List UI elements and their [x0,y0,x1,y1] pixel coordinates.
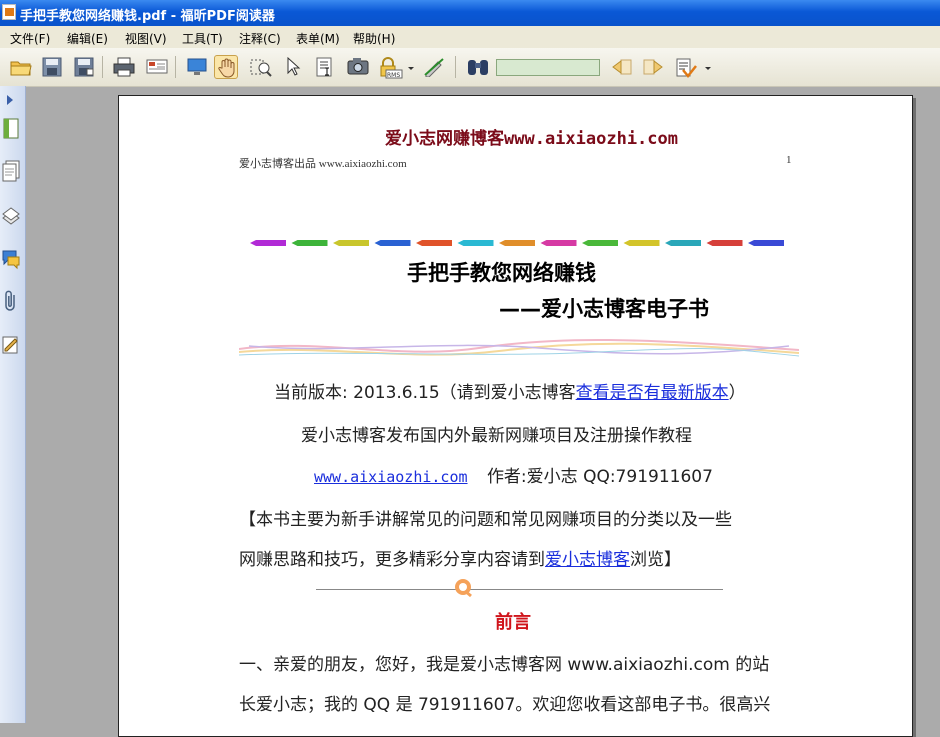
crayon [380,240,411,246]
paragraph-line-2: 长爱小志；我的 QQ 是 791911607。欢迎您收看这部电子书。很高兴 [239,695,771,715]
author-text: 作者:爱小志 QQ:791911607 [486,467,713,487]
search-input[interactable] [496,59,600,76]
save-as-icon[interactable] [72,55,96,79]
crayon-tip [291,240,298,246]
layers-icon[interactable] [1,204,22,228]
pdf-page: 爱小志网赚博客www.aixiaozhi.com 爱小志博客出品 www.aix… [118,95,913,737]
menu-tools[interactable]: 工具(T) [182,30,223,47]
menu-edit[interactable]: 编辑(E) [67,30,108,47]
open-folder-icon[interactable] [8,55,32,79]
rms-lock-icon[interactable]: RMS [376,55,403,79]
intro-line-2: 网赚思路和技巧，更多精彩分享内容请到爱小志博客浏览】 [239,545,681,570]
intro-line-1: 【本书主要为新手讲解常见的问题和常见网赚项目的分类以及一些 [239,510,732,530]
ornament-icon [455,579,472,598]
crayon-decoration [250,240,784,246]
intro-text: 网赚思路和技巧，更多精彩分享内容请到 [239,550,545,570]
crayon-tip [540,240,547,246]
find-previous-icon[interactable] [609,55,633,79]
blog-link[interactable]: 爱小志博客 [545,550,630,570]
toolbar-separator [175,56,176,78]
version-line: 当前版本: 2013.6.15（请到爱小志博客查看是否有最新版本） [274,378,746,403]
version-suffix: ） [728,383,746,403]
page-number: 1 [786,154,792,166]
toolbar-separator [102,56,103,78]
monitor-icon[interactable] [184,55,208,79]
menu-comment[interactable]: 注释(C) [239,30,281,47]
crayon [463,240,494,246]
preface-heading: 前言 [495,612,531,633]
find-next-icon[interactable] [640,55,664,79]
menu-bar: 文件(F) 编辑(E) 视图(V) 工具(T) 注释(C) 表单(M) 帮助(H… [0,26,940,48]
crayon-tip [457,240,464,246]
document-subtitle: ——爱小志博客电子书 [499,297,709,321]
crayon-tip [665,240,671,246]
pages-icon[interactable] [1,160,22,184]
site-author-line: www.aixiaozhi.com 作者:爱小志 QQ:791911607 [314,462,713,487]
pdf-app-icon [2,4,16,20]
select-arrow-icon[interactable] [282,55,306,79]
crayon [546,240,577,246]
crayon [629,240,660,246]
running-header: 爱小志博客出品 www.aixiaozhi.com [239,158,407,170]
menu-form[interactable]: 表单(M) [296,30,340,47]
sign-pen-icon[interactable] [421,55,445,79]
check-version-link[interactable]: 查看是否有最新版本 [576,383,729,403]
toolbar-separator [455,56,456,78]
site-header: 爱小志网赚博客www.aixiaozhi.com [385,129,678,149]
crayon-tip [250,240,256,246]
toolbar: RMS [0,48,940,87]
crayon [712,240,743,246]
camera-icon[interactable] [345,55,369,79]
crayon-tip [499,240,505,246]
svg-text:RMS: RMS [387,72,400,79]
chevron-down-icon[interactable] [405,55,415,79]
save-icon[interactable] [40,55,64,79]
snapshot-select-icon[interactable] [248,55,272,79]
menu-file[interactable]: 文件(F) [10,30,50,47]
swirl-decoration [239,338,799,357]
title-bar: 手把手教您网络赚钱.pdf - 福昕PDF阅读器 [0,0,940,26]
crayon-tip [416,240,422,246]
crayon [297,240,328,246]
hand-tool-icon[interactable] [214,55,238,79]
document-title: 手把手教您网络赚钱 [407,261,596,285]
site-link[interactable]: www.aixiaozhi.com [314,468,468,486]
crayon [588,240,618,246]
crayon [505,240,535,246]
chevron-down-icon[interactable] [702,55,712,79]
attachments-paperclip-icon[interactable] [1,289,22,313]
crayon-tip [582,240,588,246]
section-divider [316,589,723,590]
crayon [256,240,286,246]
window-title: 手把手教您网络赚钱.pdf - 福昕PDF阅读器 [20,9,275,24]
crayon [339,240,369,246]
expand-panel-icon[interactable] [1,88,22,112]
crayon-tip [374,240,381,246]
crayon-tip [333,240,339,246]
menu-help[interactable]: 帮助(H) [353,30,395,47]
crayon-tip [623,240,630,246]
paragraph-line-1: 一、亲爱的朋友，您好，我是爱小志博客网 www.aixiaozhi.com 的站 [239,655,770,675]
signatures-icon[interactable] [1,333,22,357]
intro-suffix: 浏览】 [630,550,681,570]
publish-line: 爱小志博客发布国内外最新网赚项目及注册操作教程 [301,426,692,446]
email-icon[interactable] [144,55,168,79]
crayon [422,240,452,246]
binoculars-icon[interactable] [464,55,488,79]
text-select-icon[interactable] [313,55,337,79]
menu-view[interactable]: 视图(V) [125,30,167,47]
comments-icon[interactable] [1,247,22,271]
crayon [754,240,784,246]
navigation-sidebar [0,86,26,723]
crayon-tip [748,240,754,246]
crayon-tip [706,240,713,246]
find-options-icon[interactable] [673,55,697,79]
version-text: 当前版本: 2013.6.15（请到爱小志博客 [274,383,576,403]
crayon [671,240,701,246]
print-icon[interactable] [111,55,135,79]
bookmarks-icon[interactable] [1,117,22,141]
